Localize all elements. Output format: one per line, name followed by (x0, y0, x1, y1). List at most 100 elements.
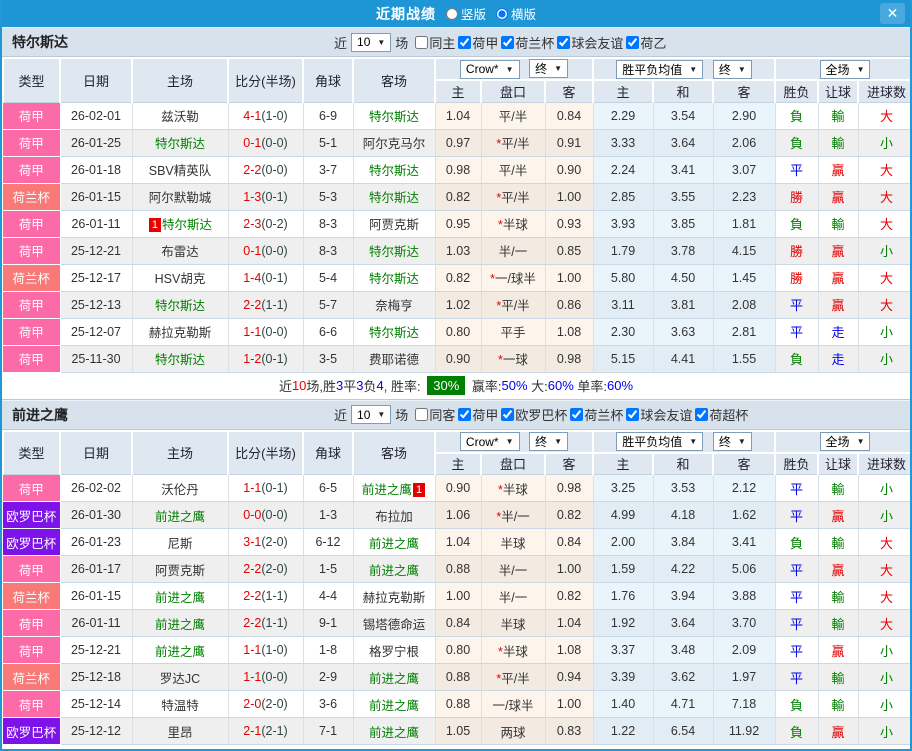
odds-final-select[interactable]: 终 (529, 432, 568, 451)
league-cell: 荷甲 (3, 475, 60, 502)
filter-荷兰杯[interactable]: 荷兰杯 (498, 33, 554, 52)
filter-checkbox[interactable] (501, 408, 514, 421)
avg-odds-select[interactable]: 胜平负均值 (616, 60, 703, 79)
filter-checkbox[interactable] (458, 36, 471, 49)
games-count-value: 10 (357, 408, 370, 422)
odds-company-select[interactable]: Crow* (460, 432, 520, 451)
summary-segment: 50% (502, 378, 528, 393)
summary-segment: 60% (548, 378, 574, 393)
sub-header-odds-home: 主 (435, 80, 481, 102)
filter-欧罗巴杯[interactable]: 欧罗巴杯 (498, 405, 567, 424)
filter-球会友谊[interactable]: 球会友谊 (554, 33, 623, 52)
result-cell: 負 (775, 210, 818, 237)
filter-group: 同主荷甲荷兰杯球会友谊荷乙 (412, 33, 666, 52)
home-team-name: HSV胡克 (155, 272, 206, 286)
avg-away-cell: 1.62 (713, 502, 775, 529)
table-row: 荷甲25-12-21前进之鹰1-1(1-0)1-8格罗宁根0.80*半球1.08… (3, 637, 912, 664)
filter-checkbox[interactable] (501, 36, 514, 49)
home-odds-cell: 0.80 (435, 318, 481, 345)
odds-final-select[interactable]: 终 (529, 59, 568, 78)
filter-checkbox[interactable] (557, 36, 570, 49)
handicap-cell: 平/半 (481, 156, 545, 183)
avg-draw-cell: 3.62 (653, 664, 713, 691)
fulltime-score: 2-2 (243, 562, 261, 576)
vertical-layout-radio[interactable] (446, 8, 458, 20)
filter-checkbox[interactable] (415, 36, 428, 49)
avg-final-select[interactable]: 终 (713, 432, 752, 451)
avg-draw-cell: 6.54 (653, 718, 713, 745)
odds-company-select[interactable]: Crow* (460, 60, 520, 79)
filter-checkbox[interactable] (570, 408, 583, 421)
away-team-name: 前进之鹰 (369, 726, 419, 740)
handicap-cell: 半/一 (481, 237, 545, 264)
result-cell: 負 (775, 102, 818, 129)
match-rows: 荷甲26-02-02沃伦丹1-1(0-1)6-5前进之鹰10.90*半球0.98… (3, 475, 912, 745)
away-team-cell: 前进之鹰 (353, 664, 435, 691)
home-odds-cell: 0.97 (435, 129, 481, 156)
halftime-score: (1-0) (261, 109, 287, 123)
handicap-result-cell: 贏 (818, 264, 858, 291)
close-icon[interactable]: ✕ (880, 3, 905, 24)
filter-checkbox[interactable] (695, 408, 708, 421)
rank-badge: 1 (413, 483, 425, 497)
games-count-select[interactable]: 10 (351, 33, 391, 52)
filter-球会友谊[interactable]: 球会友谊 (623, 405, 692, 424)
filter-荷甲[interactable]: 荷甲 (455, 405, 498, 424)
away-team-name: 前进之鹰 (369, 537, 419, 551)
avg-final-select[interactable]: 终 (713, 60, 752, 79)
near-label: 近 (334, 405, 347, 424)
handicap-cell: 一/球半 (481, 691, 545, 718)
handicap-result-cell: 輸 (818, 583, 858, 610)
table-row: 荷甲25-12-21布雷达0-1(0-0)8-3特尔斯达1.03半/一0.851… (3, 237, 912, 264)
filter-checkbox[interactable] (458, 408, 471, 421)
away-odds-cell: 0.82 (545, 502, 593, 529)
goals-result-cell: 大 (858, 583, 912, 610)
goals-result-cell: 大 (858, 264, 912, 291)
away-team-name: 布拉加 (375, 510, 413, 524)
home-team-cell: 阿贾克斯 (132, 556, 228, 583)
filter-荷乙[interactable]: 荷乙 (623, 33, 666, 52)
filter-checkbox[interactable] (415, 408, 428, 421)
result-cell: 負 (775, 718, 818, 745)
date-cell: 26-02-01 (60, 102, 132, 129)
table-row: 荷甲26-01-18SBV精英队2-2(0-0)3-7特尔斯达0.98平/半0.… (3, 156, 912, 183)
avg-home-cell: 1.40 (593, 691, 653, 718)
filter-荷兰杯[interactable]: 荷兰杯 (567, 405, 623, 424)
col-header-home: 主场 (132, 58, 228, 102)
filter-checkbox[interactable] (626, 408, 639, 421)
result-cell: 平 (775, 502, 818, 529)
horizontal-layout-radio[interactable] (496, 8, 508, 20)
layout-option-vertical[interactable]: 竖版 (446, 4, 486, 23)
date-cell: 25-12-17 (60, 264, 132, 291)
home-team-name: 兹沃勒 (161, 110, 199, 124)
games-count-select[interactable]: 10 (351, 405, 391, 424)
handicap-cell: 半/一 (481, 556, 545, 583)
avg-home-cell: 1.22 (593, 718, 653, 745)
home-team-cell: 布雷达 (132, 237, 228, 264)
layout-option-horizontal[interactable]: 横版 (496, 4, 536, 23)
table-row: 荷兰杯26-01-15阿尔默勒城1-3(0-1)5-3特尔斯达0.82*平/半1… (3, 183, 912, 210)
filter-荷超杯[interactable]: 荷超杯 (692, 405, 748, 424)
home-odds-cell: 0.90 (435, 345, 481, 372)
away-team-cell: 锡塔德命运 (353, 610, 435, 637)
avg-away-cell: 2.81 (713, 318, 775, 345)
fulltime-score: 1-1 (243, 325, 261, 339)
home-team-name: 前进之鹰 (155, 618, 205, 632)
filter-荷甲[interactable]: 荷甲 (455, 33, 498, 52)
filter-同主[interactable]: 同主 (412, 33, 455, 52)
avg-away-cell: 4.15 (713, 237, 775, 264)
home-team-name: 布雷达 (161, 245, 199, 259)
score-cell: 2-0(2-0) (228, 691, 303, 718)
handicap-result-cell: 贏 (818, 183, 858, 210)
sub-header-odds-away: 客 (545, 80, 593, 102)
col-header-corner: 角球 (303, 58, 353, 102)
filter-同客[interactable]: 同客 (412, 405, 455, 424)
filter-checkbox[interactable] (626, 36, 639, 49)
league-cell: 荷甲 (3, 129, 60, 156)
recent-results-window: 近期战绩 竖版 横版 ✕ 特尔斯达 近 10 场 同主荷甲荷兰杯球会友谊荷乙 (0, 0, 912, 751)
scope-select[interactable]: 全场 (820, 60, 871, 79)
corner-cell: 6-6 (303, 318, 353, 345)
team-section-1: 特尔斯达 近 10 场 同主荷甲荷兰杯球会友谊荷乙 类型 日期 主场 比分(半场… (2, 27, 910, 400)
scope-select[interactable]: 全场 (820, 432, 871, 451)
avg-odds-select[interactable]: 胜平负均值 (616, 432, 703, 451)
